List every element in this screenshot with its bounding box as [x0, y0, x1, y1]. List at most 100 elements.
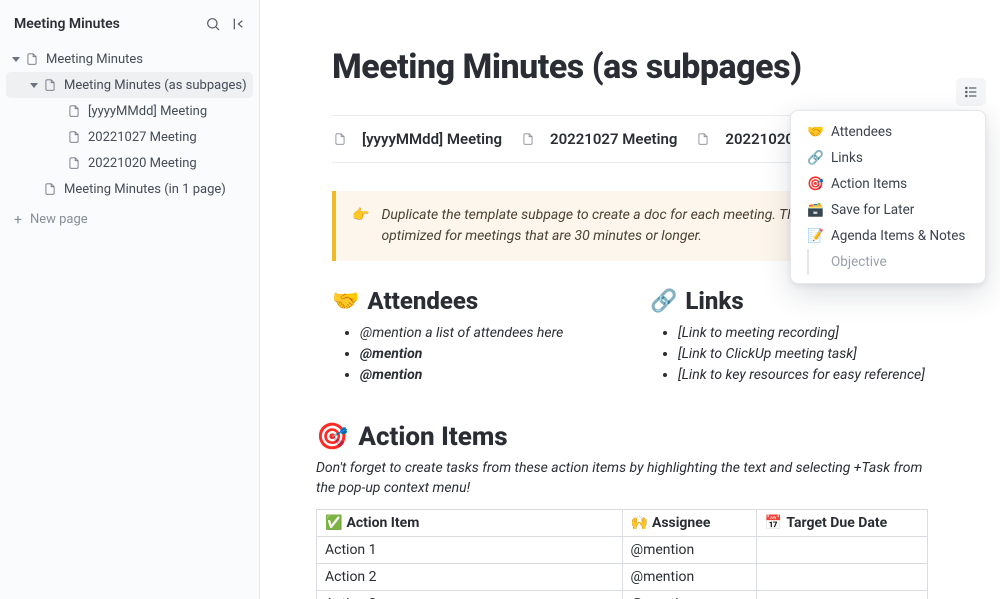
- page-icon: [520, 131, 536, 147]
- outline-item-objective[interactable]: Objective: [807, 249, 981, 275]
- handshake-icon: 🤝: [332, 289, 359, 314]
- outline-item-label: Agenda Items & Notes: [831, 228, 965, 244]
- cell-due[interactable]: [756, 590, 927, 599]
- cell-item[interactable]: Action 2: [317, 563, 623, 590]
- subpage-label: 20221027 Meeting: [550, 130, 677, 148]
- two-column-section: 🤝 Attendees @mention a list of attendees…: [332, 287, 928, 388]
- links-heading: 🔗 Links: [650, 287, 928, 315]
- cell-due[interactable]: [756, 563, 927, 590]
- cell-item[interactable]: Action 3: [317, 590, 623, 599]
- action-items-heading: 🎯 Action Items: [316, 422, 928, 452]
- collapse-sidebar-icon[interactable]: [231, 16, 247, 32]
- col-due-date: 📅Target Due Date: [756, 509, 927, 536]
- table-row[interactable]: Action 3 @mention: [317, 590, 928, 599]
- action-items-title: Action Items: [358, 422, 507, 452]
- outline-item-label: Links: [831, 150, 863, 166]
- chevron-down-icon[interactable]: [28, 79, 40, 91]
- tree-spacer: [52, 105, 64, 117]
- tree-item-meeting-minutes-subpages[interactable]: Meeting Minutes (as subpages): [6, 72, 253, 98]
- list-item[interactable]: [Link to meeting recording]: [678, 325, 928, 341]
- target-icon: 🎯: [807, 176, 823, 192]
- outline-toggle-button[interactable]: [956, 78, 986, 106]
- page-tree: Meeting Minutes Meeting Minutes (as subp…: [0, 46, 259, 202]
- page-icon: [332, 131, 348, 147]
- workspace-title[interactable]: Meeting Minutes: [14, 16, 120, 32]
- attendees-heading: 🤝 Attendees: [332, 287, 610, 315]
- action-items-section: 🎯 Action Items Don't forget to create ta…: [316, 422, 928, 599]
- attendees-section: 🤝 Attendees @mention a list of attendees…: [332, 287, 610, 388]
- handshake-icon: 🤝: [807, 124, 823, 140]
- tree-spacer: [28, 183, 40, 195]
- outline-item-agenda[interactable]: 📝 Agenda Items & Notes: [795, 223, 981, 249]
- tree-item-label: 20221027 Meeting: [88, 130, 197, 145]
- tree-item-label: 20221020 Meeting: [88, 156, 197, 171]
- page-icon: [24, 51, 40, 67]
- document-area: Meeting Minutes (as subpages) [yyyyMMdd]…: [260, 0, 1000, 599]
- outline-item-links[interactable]: 🔗 Links: [795, 145, 981, 171]
- links-title: Links: [685, 287, 743, 315]
- list-item[interactable]: @mention: [360, 346, 610, 362]
- search-icon[interactable]: [205, 16, 221, 32]
- action-items-table[interactable]: ✅Action Item 🙌Assignee 📅Target Due Date …: [316, 509, 928, 599]
- subpage-link-template[interactable]: [yyyyMMdd] Meeting: [332, 130, 502, 148]
- tree-item-label: [yyyyMMdd] Meeting: [88, 104, 207, 119]
- outline-item-label: Action Items: [831, 176, 907, 192]
- outline-item-label: Save for Later: [831, 202, 914, 218]
- hands-icon: 🙌: [631, 515, 648, 531]
- list-item[interactable]: [Link to ClickUp meeting task]: [678, 346, 928, 362]
- tree-item-label: Meeting Minutes (as subpages): [64, 78, 247, 93]
- page-icon: [66, 103, 82, 119]
- page-icon: [66, 155, 82, 171]
- sidebar-header: Meeting Minutes: [0, 8, 259, 46]
- list-item[interactable]: @mention: [360, 367, 610, 383]
- list-item[interactable]: @mention a list of attendees here: [360, 325, 610, 341]
- chevron-down-icon[interactable]: [10, 53, 22, 65]
- list-item[interactable]: [Link to key resources for easy referenc…: [678, 367, 928, 383]
- tree-item-20221020[interactable]: 20221020 Meeting: [6, 150, 253, 176]
- tree-item-20221027[interactable]: 20221027 Meeting: [6, 124, 253, 150]
- attendees-title: Attendees: [367, 287, 478, 315]
- cell-item[interactable]: Action 1: [317, 536, 623, 563]
- page-icon: [42, 181, 58, 197]
- page-icon: [42, 77, 58, 93]
- action-items-desc: Don't forget to create tasks from these …: [316, 458, 928, 499]
- sidebar: Meeting Minutes Meeting Minutes Meeting …: [0, 0, 260, 599]
- table-row[interactable]: Action 2 @mention: [317, 563, 928, 590]
- link-icon: 🔗: [650, 289, 677, 314]
- col-action-item: ✅Action Item: [317, 509, 623, 536]
- page-title[interactable]: Meeting Minutes (as subpages): [332, 48, 928, 87]
- outline-item-save-for-later[interactable]: 🗃️ Save for Later: [795, 197, 981, 223]
- tree-item-meeting-minutes-1page[interactable]: Meeting Minutes (in 1 page): [6, 176, 253, 202]
- attendees-list[interactable]: @mention a list of attendees here @menti…: [332, 325, 610, 383]
- drawer-icon: 🗃️: [807, 202, 823, 218]
- tree-item-template-meeting[interactable]: [yyyyMMdd] Meeting: [6, 98, 253, 124]
- check-icon: ✅: [325, 515, 342, 531]
- new-page-button[interactable]: + New page: [0, 202, 259, 237]
- plus-icon: +: [14, 213, 22, 227]
- cell-due[interactable]: [756, 536, 927, 563]
- links-list[interactable]: [Link to meeting recording] [Link to Cli…: [650, 325, 928, 383]
- page-icon: [66, 129, 82, 145]
- cell-assignee[interactable]: @mention: [622, 590, 756, 599]
- tree-item-label: Meeting Minutes: [46, 52, 143, 67]
- outline-item-action-items[interactable]: 🎯 Action Items: [795, 171, 981, 197]
- tree-spacer: [52, 157, 64, 169]
- subpage-link-20221027[interactable]: 20221027 Meeting: [520, 130, 677, 148]
- tree-spacer: [52, 131, 64, 143]
- table-row[interactable]: Action 1 @mention: [317, 536, 928, 563]
- tree-item-label: Meeting Minutes (in 1 page): [64, 182, 226, 197]
- memo-icon: 📝: [807, 228, 823, 244]
- page-icon: [695, 131, 711, 147]
- outline-item-label: Attendees: [831, 124, 892, 140]
- target-icon: 🎯: [316, 422, 348, 452]
- col-assignee: 🙌Assignee: [622, 509, 756, 536]
- outline-item-label: Objective: [831, 254, 887, 270]
- cell-assignee[interactable]: @mention: [622, 563, 756, 590]
- outline-item-attendees[interactable]: 🤝 Attendees: [795, 119, 981, 145]
- table-header-row: ✅Action Item 🙌Assignee 📅Target Due Date: [317, 509, 928, 536]
- cell-assignee[interactable]: @mention: [622, 536, 756, 563]
- links-section: 🔗 Links [Link to meeting recording] [Lin…: [650, 287, 928, 388]
- pointing-right-icon: 👉: [352, 205, 369, 247]
- tree-item-meeting-minutes[interactable]: Meeting Minutes: [6, 46, 253, 72]
- outline-popup: 🤝 Attendees 🔗 Links 🎯 Action Items 🗃️ Sa…: [790, 110, 986, 284]
